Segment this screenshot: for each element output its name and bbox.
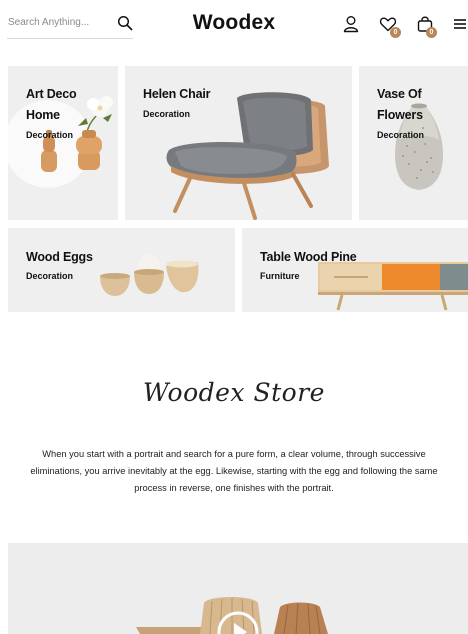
card-title-line: Vase Of [377, 87, 422, 101]
card-title-line: Wood Eggs [26, 250, 93, 264]
product-card-table-wood-pine[interactable]: Table Wood Pine Furniture [242, 228, 468, 312]
header: Search Anything... Woodex 0 0 [0, 0, 468, 48]
wood-eggs-image [100, 254, 199, 296]
user-icon[interactable] [341, 14, 361, 34]
card-category[interactable]: Decoration [26, 130, 73, 140]
product-card-wood-eggs[interactable]: Wood Eggs Decoration [8, 228, 235, 312]
card-title-line: Home [26, 108, 60, 122]
store-heading: Woodex Store [143, 378, 325, 407]
card-category[interactable]: Furniture [260, 271, 300, 281]
product-card-vase-of-flowers[interactable]: Vase Of Flowers Decoration [359, 66, 468, 220]
product-card-art-deco-home[interactable]: Art Deco Home Decoration [8, 66, 118, 220]
video-banner[interactable] [8, 543, 468, 634]
card-title-line: Art Deco [26, 87, 77, 101]
cart-count-badge: 0 [426, 27, 437, 38]
menu-icon[interactable] [453, 14, 467, 34]
card-title[interactable]: Art Deco Home [26, 84, 77, 126]
card-title[interactable]: Helen Chair [143, 84, 210, 105]
card-title-line: Helen Chair [143, 87, 211, 101]
wood-sideboard-image [318, 262, 468, 311]
card-title-line: Flowers [377, 108, 423, 122]
card-title[interactable]: Vase Of Flowers [377, 84, 423, 126]
card-title[interactable]: Table Wood Pine [260, 247, 357, 268]
store-description: When you start with a portrait and searc… [30, 449, 438, 493]
card-category[interactable]: Decoration [377, 130, 424, 140]
card-category[interactable]: Decoration [143, 109, 190, 119]
card-title-line: Table Wood Pine [260, 250, 357, 264]
product-card-helen-chair[interactable]: Helen Chair Decoration [125, 66, 352, 220]
card-title[interactable]: Wood Eggs [26, 247, 93, 268]
play-icon[interactable] [217, 611, 259, 634]
card-category[interactable]: Decoration [26, 271, 73, 281]
wishlist-count-badge: 0 [390, 27, 401, 38]
